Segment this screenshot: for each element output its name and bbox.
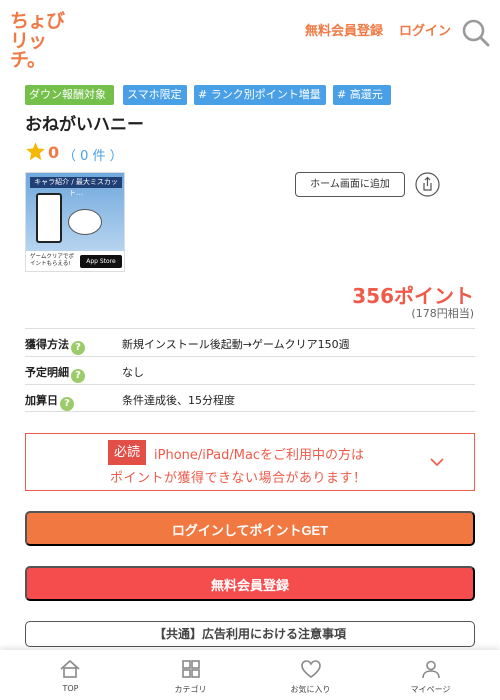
must-read-badge: 必読: [108, 440, 146, 465]
nav-item-mypage[interactable]: マイページ: [368, 650, 493, 700]
nav-item-top[interactable]: TOP: [8, 650, 132, 700]
star-icon: [26, 142, 45, 161]
chevron-down-icon[interactable]: [429, 454, 445, 470]
phone-illustration: [36, 193, 62, 243]
info-label-text: 加算日: [25, 394, 58, 407]
thumbnail-banner: キャラ紹介 / 最大ミスカット…: [30, 177, 122, 197]
tag-rank-bonus[interactable]: # ランク別ポイント増量: [194, 85, 326, 105]
nav-label: お気に入り: [290, 685, 331, 694]
info-label: 予定明細?: [25, 364, 85, 383]
logo-line1: ちょび: [10, 10, 65, 32]
offer-title: おねがいハニー: [25, 115, 144, 135]
nav-item-favorites[interactable]: お気に入り: [248, 650, 373, 700]
ios-notice-accordion[interactable]: 必読 iPhone/iPad/Macをご利用中の方は ポイントが獲得できない場合…: [25, 433, 475, 491]
info-value: なし: [122, 366, 144, 379]
login-get-points-button[interactable]: ログインしてポイントGET: [25, 511, 475, 546]
rating-value: 0: [48, 143, 60, 162]
info-value: 条件達成後、15分程度: [122, 394, 235, 407]
tag-high-return[interactable]: # 高還元: [333, 85, 391, 105]
help-icon[interactable]: ?: [60, 397, 74, 411]
info-value: 新規インストール後起動→ゲームクリア150週: [122, 338, 350, 351]
bottom-nav: TOP カテゴリ お気に入り マイページ: [0, 650, 500, 700]
header-login-link[interactable]: ログイン: [399, 24, 451, 40]
ad-caution-button[interactable]: 【共通】広告利用における注意事項: [25, 621, 475, 647]
info-row-schedule: 予定明細? なし: [25, 356, 475, 384]
user-icon: [421, 660, 440, 679]
app-store-badge: App Store: [80, 255, 122, 268]
nav-item-category[interactable]: カテゴリ: [128, 650, 253, 700]
info-label-text: 獲得方法: [25, 338, 69, 351]
info-table: 獲得方法? 新規インストール後起動→ゲームクリア150週 予定明細? なし 加算…: [25, 328, 475, 412]
points-yen-equivalent: (178円相当): [411, 307, 474, 320]
info-row-credit-date: 加算日? 条件達成後、15分程度: [25, 384, 475, 412]
header-register-link[interactable]: 無料会員登録: [305, 24, 383, 40]
character-illustration: [68, 209, 102, 235]
notice-line2: ポイントが獲得できない場合があります！: [110, 471, 367, 486]
thumbnail-footer: ゲームクリアでポイントもらえる! App Store: [26, 251, 124, 271]
home-icon: [60, 659, 80, 678]
nav-label: カテゴリ: [174, 685, 207, 694]
info-label-text: 予定明細: [25, 366, 69, 379]
chobirich-logo[interactable]: ちょび リッチ。: [10, 10, 72, 70]
share-icon[interactable]: [415, 172, 440, 197]
help-icon[interactable]: ?: [71, 369, 85, 383]
thumbnail-caption: ゲームクリアでポイントもらえる!: [30, 254, 74, 267]
offer-thumbnail: キャラ紹介 / 最大ミスカット… ゲームクリアでポイントもらえる! App St…: [25, 172, 125, 272]
info-row-method: 獲得方法? 新規インストール後起動→ゲームクリア150週: [25, 328, 475, 356]
info-label: 加算日?: [25, 392, 74, 411]
info-label: 獲得方法?: [25, 336, 85, 355]
help-icon[interactable]: ?: [71, 341, 85, 355]
tag-down-reward: ダウン報酬対象: [25, 85, 114, 105]
notice-line1: iPhone/iPad/Macをご利用中の方は: [154, 448, 365, 463]
add-to-home-button[interactable]: ホーム画面に追加: [295, 172, 405, 197]
nav-label: マイページ: [410, 685, 451, 694]
header: ちょび リッチ。 無料会員登録 ログイン: [0, 0, 500, 70]
logo-line2: リッチ。: [10, 30, 47, 71]
free-register-button[interactable]: 無料会員登録: [25, 566, 475, 601]
nav-label: TOP: [62, 684, 79, 693]
tag-smartphone-only: スマホ限定: [123, 85, 187, 105]
search-icon[interactable]: [461, 18, 491, 48]
category-icon: [181, 660, 200, 678]
thumbnail-art: キャラ紹介 / 最大ミスカット…: [26, 173, 124, 251]
review-count-link[interactable]: （ 0 件 ）: [63, 145, 123, 164]
heart-icon: [300, 660, 321, 678]
